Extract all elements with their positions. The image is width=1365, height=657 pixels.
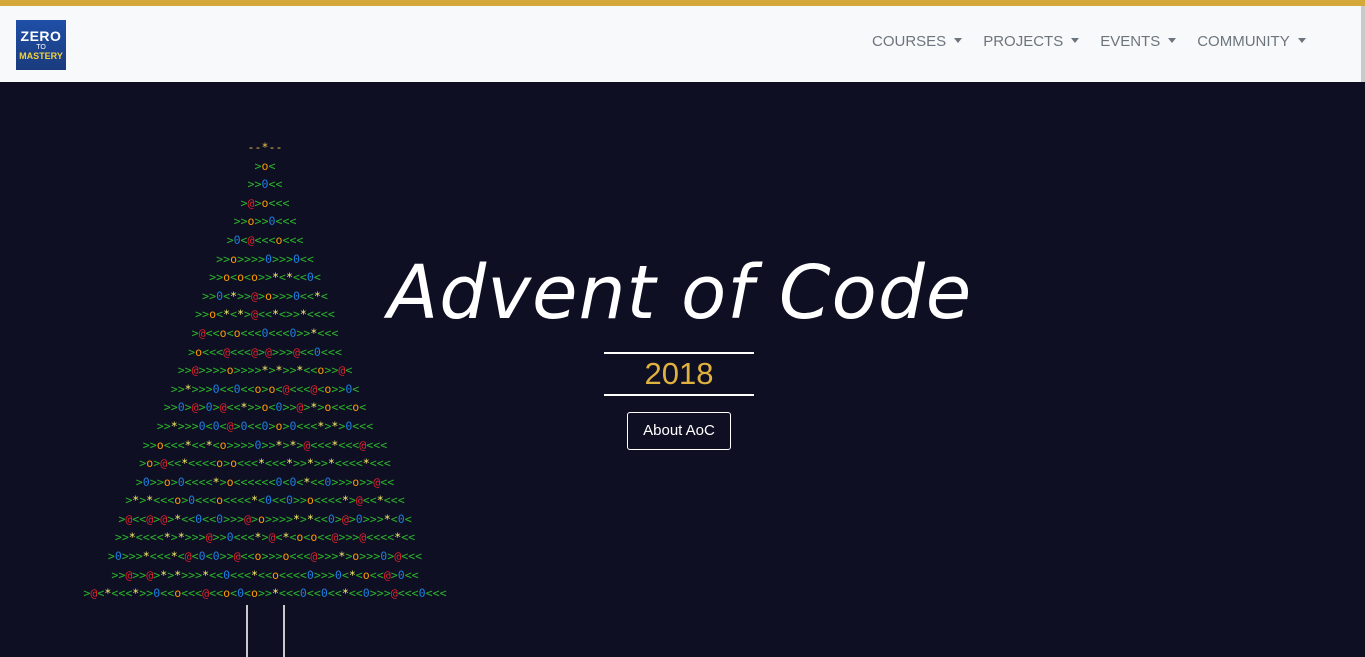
year-label: 2018: [604, 352, 754, 396]
tree-row: >@<*<<<*>>0<<o<<<@<<o<0<o>>*<<<0<<0<<*<<…: [83, 586, 447, 601]
tree-row: >o<: [254, 158, 276, 173]
tree-row: >0>>o>0<<<<*>o<<<<<<0<0<*<<0>>>o>>@<<: [135, 474, 395, 489]
tree-trunk-left: [246, 605, 248, 657]
about-aoc-button[interactable]: About AoC: [627, 412, 731, 450]
logo-line-2: TO: [36, 44, 46, 51]
tree-row: >>0>@>0>@<<*>>o<0>>@>*>o<<<o<: [163, 400, 367, 415]
page-title: Advent of Code: [387, 250, 973, 336]
logo-line-3: MASTERY: [19, 51, 63, 61]
tree-row: >>@>>>>o>>>>*>*>>*<<o>>@<: [177, 363, 353, 378]
navbar: ZERO TO MASTERY COURSES PROJECTS EVENTS …: [0, 6, 1365, 82]
tree-row: >o<<<@<<<@>@>>>@<<0<<<: [188, 344, 342, 359]
caret-down-icon: [1071, 38, 1080, 43]
tree-row: >@<<@>@>*<<0<<0>>>@>o>>>>*>*<<0>@>0>>>*<…: [118, 511, 412, 526]
nav-menu: COURSES PROJECTS EVENTS COMMUNITY: [872, 33, 1327, 50]
nav-item-community[interactable]: COMMUNITY: [1197, 33, 1306, 50]
nav-item-courses[interactable]: COURSES: [872, 33, 963, 50]
nav-label: PROJECTS: [983, 33, 1064, 50]
tree-row: >0>>>*<<<*<@<0<0>>@<<o>>>o<<<@>>>*>o>>>0…: [107, 549, 423, 564]
tree-row: >>0<<: [247, 177, 283, 192]
logo-line-1: ZERO: [20, 28, 62, 44]
caret-down-icon: [1168, 38, 1177, 43]
nav-item-projects[interactable]: PROJECTS: [983, 33, 1080, 50]
tree-row: >o>@<<*<<<<o>o<<<*<<<*>>*>>*<<<<*<<<: [139, 456, 391, 471]
zero-to-mastery-logo[interactable]: ZERO TO MASTERY: [16, 20, 66, 70]
tree-row: >>@>>@>*>*>>>*<<0<<<*<<o<<<<0>>>0<*<o<<@…: [111, 567, 419, 582]
tree-trunk-right: [283, 605, 285, 657]
tree-row: >>*>>>0<<0<<o>o<@<<<@<o>>0<: [170, 381, 360, 396]
tree-row: >0<@<<<o<<<: [226, 232, 304, 247]
caret-down-icon: [954, 38, 963, 43]
tree-row: >@>o<<<: [240, 195, 290, 210]
tree-row: >>*>>>0<0<@>0<<0>o>0<<<*>*>0<<<: [156, 418, 374, 433]
nav-label: COURSES: [872, 33, 947, 50]
tree-row: --*--: [247, 140, 283, 154]
tree-row: >>o>>0<<<: [233, 214, 297, 229]
tree-row: >>*<<<<*>*>>>@>>0<<<*>@<*<o<o<<@>>>@<<<<…: [114, 530, 416, 545]
tree-row: >*>*<<<o>0<<<o<<<<*<0<<0>>o<<<<*>@<<*<<<: [125, 493, 405, 508]
ascii-christmas-tree: --*-- >o< >>0<< >@>o<<< >>o>>0<<< >0<@<<<o<<<…: [0, 138, 540, 603]
nav-item-events[interactable]: EVENTS: [1100, 33, 1177, 50]
caret-down-icon: [1297, 38, 1306, 43]
nav-label: COMMUNITY: [1197, 33, 1290, 50]
nav-label: EVENTS: [1100, 33, 1161, 50]
tree-row: >>o<<<*<<*<o>>>>0>>*>*>@<<<*<<<@<<<: [142, 437, 388, 452]
